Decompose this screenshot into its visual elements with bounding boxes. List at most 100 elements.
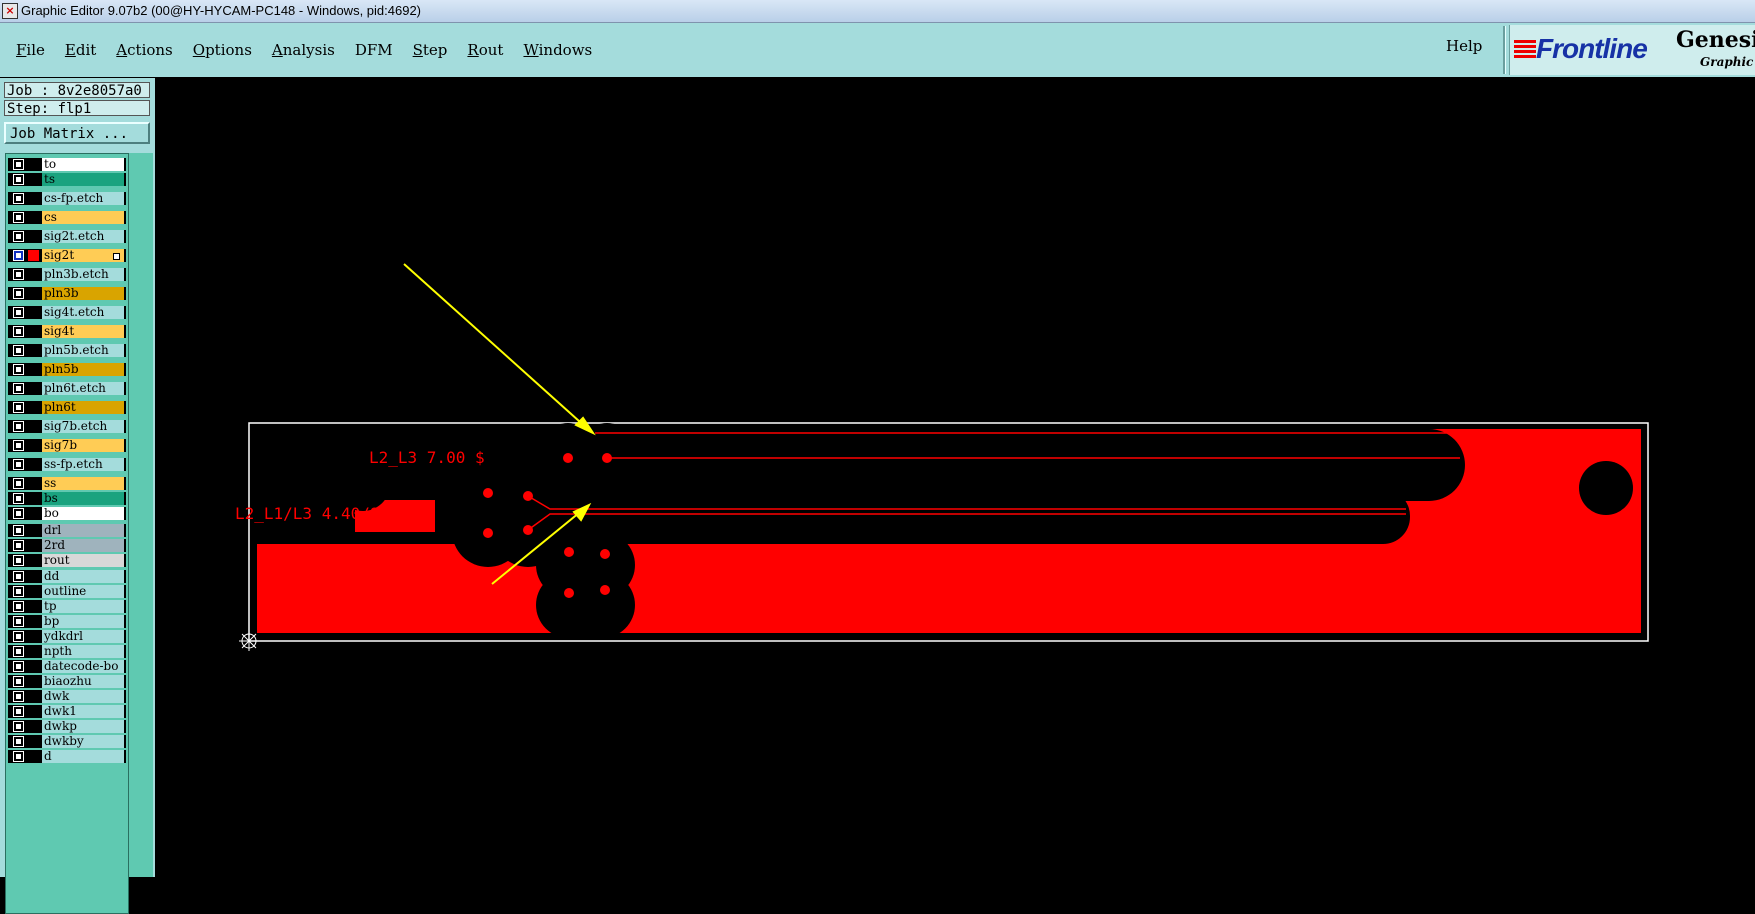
layer-checkbox[interactable]: [13, 508, 24, 519]
layer-row-sig2t[interactable]: sig2t: [8, 249, 126, 262]
layer-name[interactable]: sig4t.etch: [42, 306, 124, 319]
layer-name[interactable]: rout: [42, 554, 124, 567]
layer-checkbox[interactable]: [13, 676, 24, 687]
layer-row-dwk[interactable]: dwk: [8, 690, 126, 703]
layer-checkbox[interactable]: [13, 586, 24, 597]
job-matrix-button[interactable]: Job Matrix ...: [4, 122, 150, 144]
layer-name[interactable]: pln3b.etch: [42, 268, 124, 281]
layer-checkbox[interactable]: [13, 631, 24, 642]
layer-row-sig7b[interactable]: sig7b: [8, 439, 126, 452]
layer-checkbox[interactable]: [13, 736, 24, 747]
layer-name[interactable]: ydkdrl: [42, 630, 124, 643]
layer-row-dwkp[interactable]: dwkp: [8, 720, 126, 733]
layer-checkbox[interactable]: [13, 250, 24, 261]
layer-row-biaozhu[interactable]: biaozhu: [8, 675, 126, 688]
layer-checkbox[interactable]: [13, 402, 24, 413]
layer-checkbox[interactable]: [13, 661, 24, 672]
layer-row-sig4t.etch[interactable]: sig4t.etch: [8, 306, 126, 319]
layer-name[interactable]: ss: [42, 477, 124, 490]
layer-row-datecode-bo[interactable]: datecode-bo: [8, 660, 126, 673]
layer-row-cs-fp.etch[interactable]: cs-fp.etch: [8, 192, 126, 205]
layer-name[interactable]: cs-fp.etch: [42, 192, 124, 205]
menu-options[interactable]: Options: [183, 41, 262, 59]
layer-checkbox[interactable]: [13, 493, 24, 504]
layer-name[interactable]: dwk: [42, 690, 124, 703]
layer-row-outline[interactable]: outline: [8, 585, 126, 598]
layer-name[interactable]: dwk1: [42, 705, 124, 718]
layer-checkbox[interactable]: [13, 364, 24, 375]
layer-row-sig7b.etch[interactable]: sig7b.etch: [8, 420, 126, 433]
layer-row-cs[interactable]: cs: [8, 211, 126, 224]
layer-name[interactable]: npth: [42, 645, 124, 658]
layer-name[interactable]: outline: [42, 585, 124, 598]
layer-checkbox[interactable]: [13, 525, 24, 536]
menu-file[interactable]: File: [6, 41, 55, 59]
layer-row-ss[interactable]: ss: [8, 477, 126, 490]
layer-name[interactable]: ts: [42, 173, 124, 186]
layer-checkbox[interactable]: [13, 440, 24, 451]
layer-name[interactable]: bs: [42, 492, 124, 505]
layer-checkbox[interactable]: [13, 326, 24, 337]
layer-row-bp[interactable]: bp: [8, 615, 126, 628]
layer-row-npth[interactable]: npth: [8, 645, 126, 658]
layer-name[interactable]: pln5b.etch: [42, 344, 124, 357]
layer-row-dwkby[interactable]: dwkby: [8, 735, 126, 748]
menu-edit[interactable]: Edit: [55, 41, 106, 59]
layer-checkbox[interactable]: [13, 555, 24, 566]
layer-checkbox[interactable]: [13, 159, 24, 170]
layer-checkbox[interactable]: [13, 193, 24, 204]
layer-checkbox[interactable]: [13, 421, 24, 432]
layer-checkbox[interactable]: [13, 345, 24, 356]
layer-name[interactable]: cs: [42, 211, 124, 224]
layer-checkbox[interactable]: [13, 478, 24, 489]
layer-checkbox[interactable]: [13, 269, 24, 280]
layer-row-ss-fp.etch[interactable]: ss-fp.etch: [8, 458, 126, 471]
layer-name[interactable]: sig2t.etch: [42, 230, 124, 243]
layer-name[interactable]: pln5b: [42, 363, 124, 376]
layer-name[interactable]: to: [42, 158, 124, 171]
layer-name[interactable]: sig7b.etch: [42, 420, 124, 433]
layer-checkbox[interactable]: [13, 721, 24, 732]
layer-row-pln6t.etch[interactable]: pln6t.etch: [8, 382, 126, 395]
layer-checkbox[interactable]: [13, 288, 24, 299]
layer-checkbox[interactable]: [13, 751, 24, 762]
layer-checkbox[interactable]: [13, 646, 24, 657]
layer-checkbox[interactable]: [13, 706, 24, 717]
layer-name[interactable]: pln6t.etch: [42, 382, 124, 395]
layer-row-pln3b[interactable]: pln3b: [8, 287, 126, 300]
layer-row-dd[interactable]: dd: [8, 570, 126, 583]
layer-name[interactable]: bp: [42, 615, 124, 628]
layer-row-pln6t[interactable]: pln6t: [8, 401, 126, 414]
layer-row-bs[interactable]: bs: [8, 492, 126, 505]
layer-name[interactable]: bo: [42, 507, 124, 520]
layer-name[interactable]: sig4t: [42, 325, 124, 338]
layer-name[interactable]: tp: [42, 600, 124, 613]
layer-name[interactable]: biaozhu: [42, 675, 124, 688]
layer-name[interactable]: pln6t: [42, 401, 124, 414]
layer-row-2rd[interactable]: 2rd: [8, 539, 126, 552]
layer-checkbox[interactable]: [13, 601, 24, 612]
layer-row-sig2t.etch[interactable]: sig2t.etch: [8, 230, 126, 243]
layer-row-dwk1[interactable]: dwk1: [8, 705, 126, 718]
layer-name[interactable]: sig2t: [42, 249, 124, 262]
layer-checkbox[interactable]: [13, 691, 24, 702]
layer-row-pln5b[interactable]: pln5b: [8, 363, 126, 376]
layer-checkbox[interactable]: [13, 571, 24, 582]
layer-checkbox[interactable]: [13, 459, 24, 470]
layer-row-ydkdrl[interactable]: ydkdrl: [8, 630, 126, 643]
layer-row-bo[interactable]: bo: [8, 507, 126, 520]
menu-dfm[interactable]: DFM: [345, 41, 403, 59]
menu-help[interactable]: Help: [1446, 37, 1482, 55]
layer-name[interactable]: drl: [42, 524, 124, 537]
layer-list-scroll[interactable]: [129, 153, 153, 877]
layer-name[interactable]: pln3b: [42, 287, 124, 300]
layer-row-d[interactable]: d: [8, 750, 126, 763]
layer-row-tp[interactable]: tp: [8, 600, 126, 613]
menu-step[interactable]: Step: [403, 41, 458, 59]
menu-analysis[interactable]: Analysis: [262, 41, 345, 59]
layer-name[interactable]: sig7b: [42, 439, 124, 452]
layer-checkbox[interactable]: [13, 212, 24, 223]
layer-name[interactable]: ss-fp.etch: [42, 458, 124, 471]
layer-row-to[interactable]: to: [8, 158, 126, 171]
layer-name[interactable]: 2rd: [42, 539, 124, 552]
